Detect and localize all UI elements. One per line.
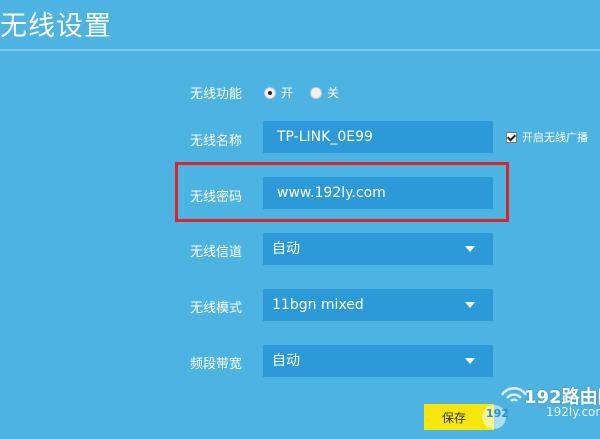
chevron-down-icon	[465, 302, 475, 308]
radio-on-indicator[interactable]	[264, 86, 276, 99]
chevron-down-icon	[465, 246, 475, 252]
broadcast-checkbox[interactable]	[506, 131, 517, 143]
page-title: 无线设置	[0, 11, 112, 42]
watermark-url: 192ly.com	[546, 405, 600, 419]
broadcast-toggle[interactable]: 开启无线广播	[506, 129, 588, 145]
radio-on[interactable]: 开	[264, 84, 293, 101]
watermark-badge: 192	[486, 407, 509, 420]
bandwidth-label: 频段带宽	[190, 357, 243, 372]
radio-on-label: 开	[281, 86, 294, 100]
bandwidth-value: 自动	[272, 353, 300, 369]
wireless-function-label: 无线功能	[190, 87, 243, 102]
wireless-name-label: 无线名称	[190, 134, 243, 149]
title-divider	[0, 49, 600, 51]
wireless-mode-select[interactable]: 11bgn mixed	[263, 289, 493, 321]
broadcast-label: 开启无线广播	[522, 131, 588, 144]
wireless-password-label: 无线密码	[190, 190, 243, 205]
radio-off[interactable]: 关	[310, 84, 339, 101]
wireless-mode-label: 无线模式	[190, 301, 243, 316]
radio-off-indicator[interactable]	[310, 86, 322, 99]
bandwidth-select[interactable]: 自动	[263, 345, 493, 377]
watermark: 192 192路由网 192ly.com	[482, 377, 600, 439]
wireless-mode-value: 11bgn mixed	[272, 297, 364, 313]
wireless-channel-value: 自动	[272, 241, 300, 257]
wireless-name-input[interactable]	[263, 121, 493, 153]
radio-off-label: 关	[327, 86, 340, 100]
chevron-down-icon	[465, 358, 475, 364]
wireless-channel-select[interactable]: 自动	[263, 233, 493, 265]
wireless-password-input[interactable]	[263, 177, 493, 209]
wireless-channel-label: 无线信道	[190, 245, 243, 260]
